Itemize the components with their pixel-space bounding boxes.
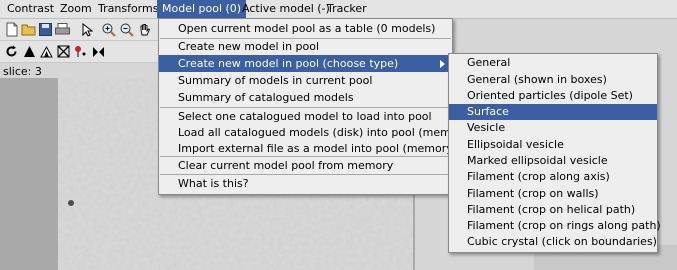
pan-hand-icon[interactable] — [136, 21, 153, 38]
submenu-item-filament-axis[interactable]: Filament (crop along axis) — [449, 169, 657, 185]
submenu-arrow-icon — [440, 60, 445, 68]
menu-zoom[interactable]: Zoom — [55, 0, 97, 18]
mask-icon[interactable] — [38, 43, 55, 60]
submenu-item-cubic-crystal[interactable]: Cubic crystal (click on boundaries) — [449, 234, 657, 250]
choose-type-submenu: General General (shown in boxes) Oriente… — [448, 53, 661, 253]
menu-item-create-model[interactable]: Create new model in pool — [159, 38, 452, 55]
fit-icon[interactable] — [55, 43, 72, 60]
submenu-item-filament-rings[interactable]: Filament (crop on rings along path) — [449, 218, 661, 234]
submenu-item-vesicle[interactable]: Vesicle — [449, 120, 657, 136]
menu-item-clear-pool[interactable]: Clear current model pool from memory — [159, 157, 452, 174]
submenu-item-general[interactable]: General — [449, 55, 657, 71]
toolbar-tools — [0, 41, 160, 63]
pointer-icon[interactable] — [78, 21, 95, 38]
menu-item-label: Create new model in pool (choose type) — [178, 57, 399, 70]
menu-item-summary-catalogued[interactable]: Summary of catalogued models — [159, 89, 452, 106]
menu-transforms[interactable]: Transforms — [93, 0, 163, 18]
menu-active-model[interactable]: Active model (-) — [237, 0, 335, 18]
submenu-item-marked-ellipsoidal-vesicle[interactable]: Marked ellipsoidal vesicle — [449, 153, 657, 169]
menu-item-open-pool-table[interactable]: Open current model pool as a table (0 mo… — [159, 20, 452, 37]
menu-contrast[interactable]: Contrast — [2, 0, 59, 18]
reset-view-icon[interactable] — [3, 43, 20, 60]
zoom-out-icon[interactable] — [118, 21, 135, 38]
menu-item-select-catalogued[interactable]: Select one catalogued model to load into… — [159, 108, 452, 125]
contrast-stretch-icon[interactable] — [21, 43, 38, 60]
menu-item-import-external[interactable]: Import external file as a model into poo… — [159, 140, 457, 157]
zoom-in-icon[interactable] — [100, 21, 117, 38]
flip-icon[interactable] — [90, 43, 107, 60]
submenu-item-surface[interactable]: Surface — [449, 104, 657, 120]
toolbar-file — [0, 19, 160, 41]
save-icon[interactable] — [37, 21, 54, 38]
new-file-icon[interactable] — [3, 21, 20, 38]
menu-item-summary-current-pool[interactable]: Summary of models in current pool — [159, 72, 452, 89]
print-icon[interactable] — [54, 21, 71, 38]
submenu-item-ellipsoidal-vesicle[interactable]: Ellipsoidal vesicle — [449, 137, 657, 153]
menu-tracker[interactable]: Tracker — [322, 0, 372, 18]
menu-item-load-all-catalogued[interactable]: Load all catalogued models (disk) into p… — [159, 124, 473, 141]
menu-bar: Contrast Zoom Transforms Model pool (0) … — [0, 0, 677, 19]
submenu-item-oriented-particles[interactable]: Oriented particles (dipole Set) — [449, 88, 657, 104]
menu-item-what-is-this[interactable]: What is this? — [159, 175, 452, 192]
submenu-item-general-boxes[interactable]: General (shown in boxes) — [449, 72, 657, 88]
open-folder-icon[interactable] — [20, 21, 37, 38]
model-pool-menu: Open current model pool as a table (0 mo… — [158, 18, 473, 195]
slice-label: slice: 3 — [3, 65, 42, 78]
submenu-item-filament-helical[interactable]: Filament (crop on helical path) — [449, 202, 657, 218]
menu-model-pool[interactable]: Model pool (0) — [157, 0, 247, 18]
marker-icon[interactable] — [72, 43, 89, 60]
submenu-item-filament-walls[interactable]: Filament (crop on walls) — [449, 186, 657, 202]
menu-item-create-model-choose-type[interactable]: Create new model in pool (choose type) — [159, 55, 452, 72]
